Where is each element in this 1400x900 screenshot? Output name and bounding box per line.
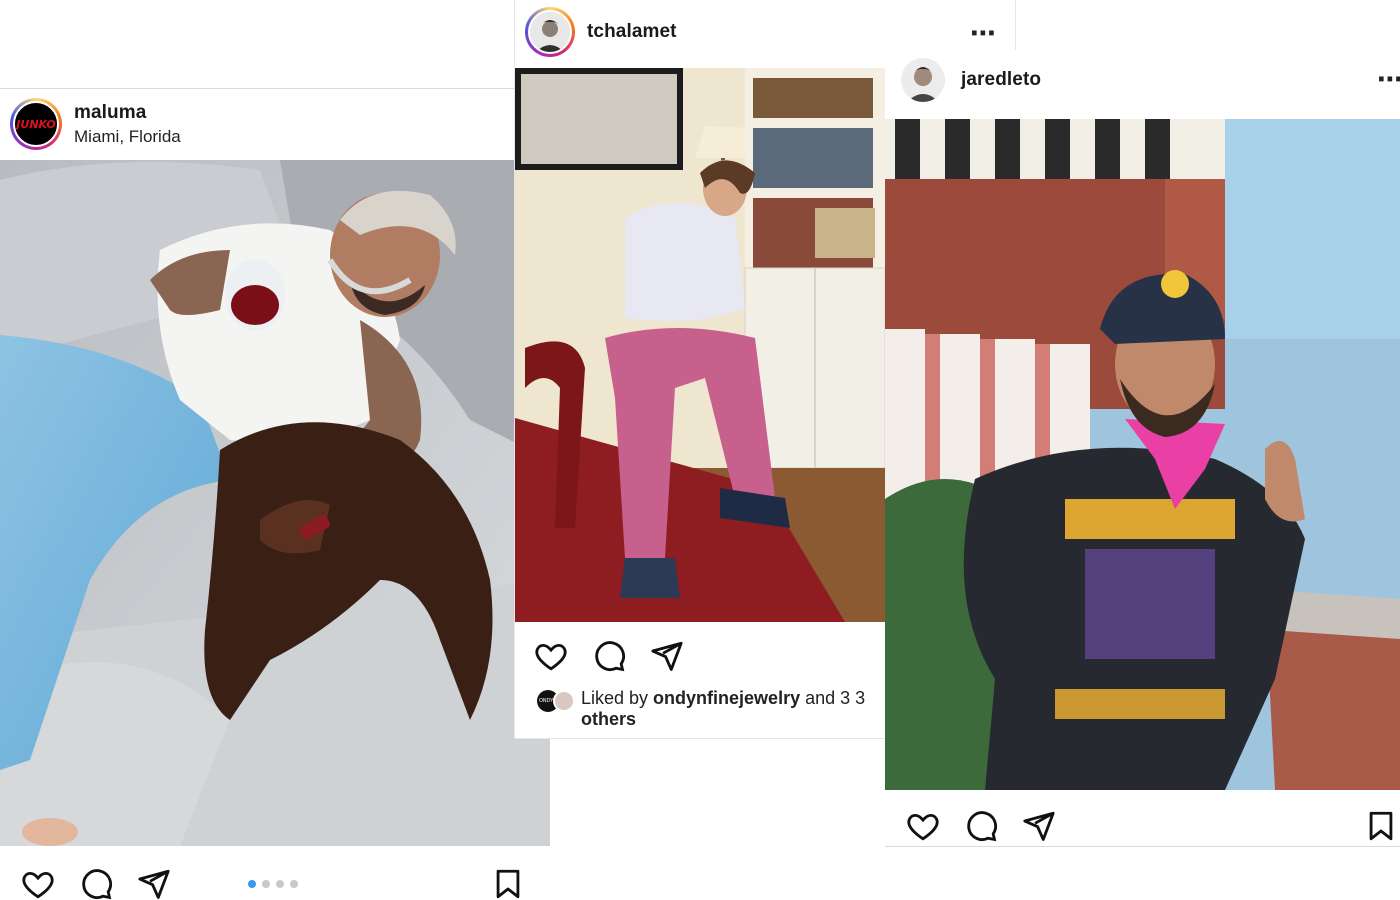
liked-by: ONDYN Liked by ondynfinejewelry and 3 3 … — [537, 688, 897, 730]
post-photo[interactable] — [0, 160, 550, 846]
more-icon[interactable]: ⋯ — [970, 20, 997, 46]
carousel-dot-active[interactable] — [248, 880, 256, 888]
action-bar — [0, 862, 550, 900]
username[interactable]: maluma — [74, 102, 181, 124]
heart-icon[interactable] — [533, 638, 569, 674]
location[interactable]: Miami, Florida — [74, 127, 181, 147]
carousel-dot[interactable] — [262, 880, 270, 888]
header-text: maluma Miami, Florida — [74, 102, 181, 147]
username[interactable]: jaredleto — [961, 69, 1041, 91]
avatar[interactable]: JUNKO — [10, 98, 62, 150]
action-bar — [885, 806, 1400, 846]
post-photo[interactable] — [885, 119, 1400, 790]
liked-avatar — [553, 690, 575, 712]
post-top-divider — [0, 88, 550, 89]
post-header: JUNKO maluma Miami, Florida ⋯ — [0, 92, 550, 156]
comment-icon[interactable] — [963, 808, 999, 844]
username[interactable]: tchalamet — [587, 21, 677, 43]
share-icon[interactable] — [649, 638, 685, 674]
carousel-indicator — [248, 880, 298, 888]
bookmark-icon[interactable] — [490, 866, 526, 900]
liked-by-prefix: Liked by — [581, 688, 654, 708]
avatar-logo-text: JUNKO — [16, 117, 56, 131]
post-jaredleto: jaredleto ⋯ — [885, 50, 1400, 850]
liked-by-user[interactable]: ondynfinejewelry — [653, 688, 800, 708]
liked-by-suffix: and 3 3 — [800, 688, 866, 708]
avatar[interactable] — [525, 7, 575, 57]
photo-image — [0, 160, 550, 846]
carousel-dot[interactable] — [276, 880, 284, 888]
post-header: jaredleto ⋯ — [885, 54, 1400, 106]
share-icon[interactable] — [136, 866, 172, 900]
bookmark-icon[interactable] — [1363, 808, 1399, 844]
post-maluma: JUNKO maluma Miami, Florida ⋯ — [0, 88, 550, 900]
comment-icon[interactable] — [78, 866, 114, 900]
post-photo[interactable] — [515, 68, 885, 622]
carousel-dot[interactable] — [290, 880, 298, 888]
avatar[interactable] — [901, 58, 945, 102]
heart-icon[interactable] — [20, 866, 56, 900]
comment-icon[interactable] — [591, 638, 627, 674]
post-bottom-divider — [885, 846, 1400, 847]
liked-by-others[interactable]: others — [581, 709, 636, 729]
liked-avatars[interactable]: ONDYN — [537, 688, 581, 714]
liked-by-text: Liked by ondynfinejewelry and 3 3 others — [581, 688, 865, 730]
more-icon[interactable]: ⋯ — [1377, 66, 1400, 92]
photo-image — [885, 119, 1400, 790]
photo-image — [515, 68, 885, 622]
share-icon[interactable] — [1021, 808, 1057, 844]
heart-icon[interactable] — [905, 808, 941, 844]
